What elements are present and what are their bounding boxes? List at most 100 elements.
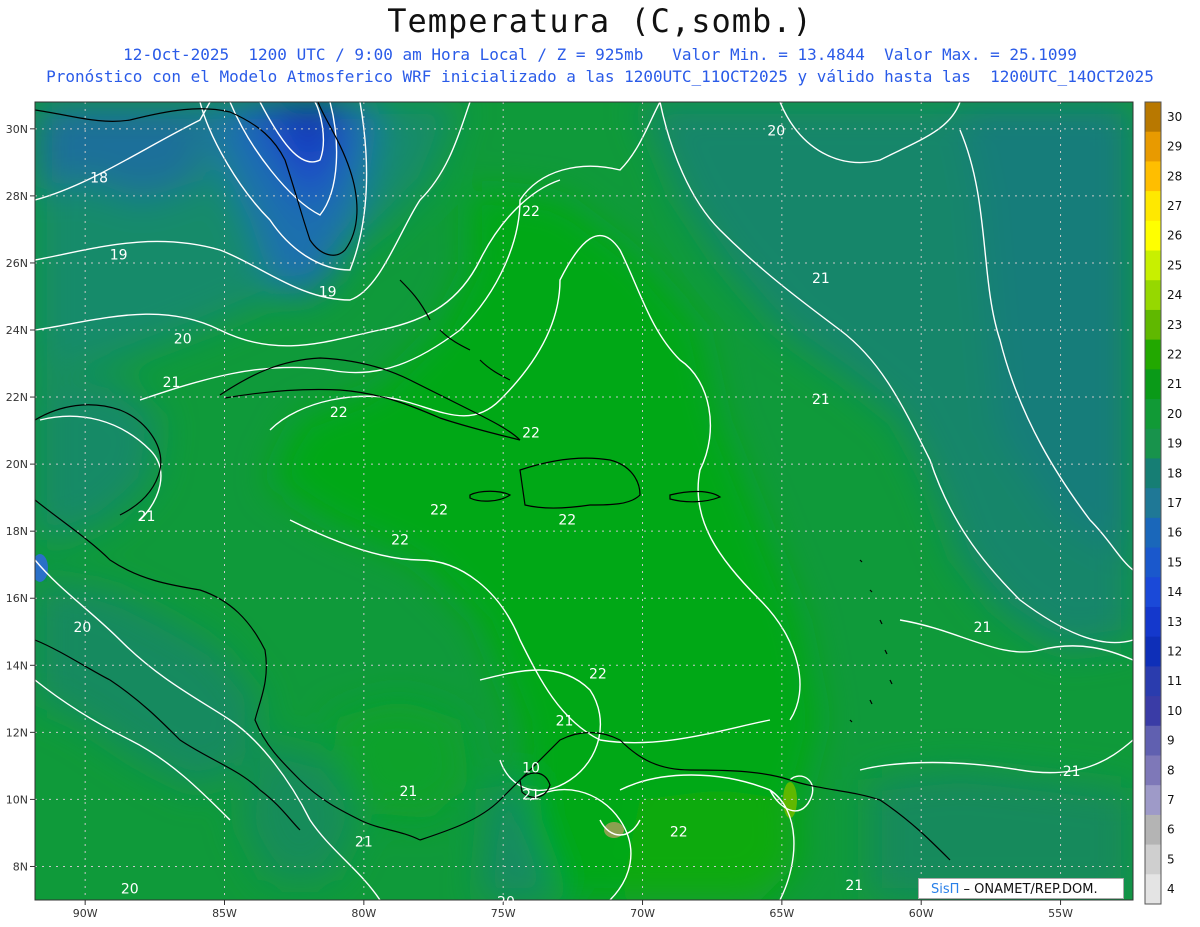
contour-label: 21	[1063, 764, 1081, 780]
contour-label: 22	[522, 425, 540, 441]
contour-label: 22	[558, 512, 576, 528]
colorbar-swatch	[1145, 517, 1161, 549]
colorbar-swatch	[1145, 309, 1161, 341]
colorbar-label: 12	[1167, 645, 1182, 659]
colorbar-label: 20	[1167, 407, 1182, 421]
lon-tick-label: 85W	[212, 907, 237, 920]
lat-tick-label: 24N	[6, 324, 28, 337]
colorbar-swatch	[1145, 191, 1161, 222]
contour-label: 21	[556, 714, 574, 730]
lon-tick-label: 65W	[769, 907, 794, 920]
colorbar-swatch	[1145, 250, 1161, 281]
contour-label: 21	[845, 878, 863, 894]
colorbar-swatch	[1145, 161, 1161, 192]
colorbar-label: 13	[1167, 615, 1182, 629]
colorbar-label: 17	[1167, 496, 1182, 510]
contour-label: 22	[391, 533, 409, 549]
colorbar-label: 7	[1167, 793, 1175, 807]
contour-label: 20	[497, 895, 515, 911]
contour-label: 22	[589, 667, 607, 683]
colorbar-label: 24	[1167, 288, 1182, 302]
colorbar-label: 25	[1167, 258, 1182, 272]
lat-tick-label: 20N	[6, 458, 28, 471]
colorbar-swatch	[1145, 399, 1161, 430]
credit-org: – ONAMET/REP.DOM.	[959, 882, 1098, 897]
lat-tick-label: 12N	[6, 726, 28, 739]
lat-tick-label: 10N	[6, 793, 28, 806]
lat-tick-label: 30N	[6, 123, 28, 136]
lat-tick-label: 28N	[6, 190, 28, 203]
contour-label: 19	[319, 284, 337, 300]
colorbar-label: 14	[1167, 585, 1182, 599]
colorbar-swatch	[1145, 844, 1161, 875]
colorbar-label: 21	[1167, 377, 1182, 391]
colorbar-swatch	[1145, 725, 1161, 756]
lat-tick-label: 26N	[6, 257, 28, 270]
contour-label: 21	[138, 509, 156, 525]
contour-label: 21	[400, 784, 418, 800]
contour-label: 21	[812, 392, 830, 408]
credit-brand: SisΠ	[931, 882, 960, 897]
lat-tick-label: 22N	[6, 391, 28, 404]
colorbar-swatch	[1145, 280, 1161, 311]
colorbar-label: 29	[1167, 140, 1182, 154]
contour-label: 18	[90, 170, 108, 186]
colorbar-label: 19	[1167, 437, 1182, 451]
colorbar-label: 15	[1167, 555, 1182, 569]
colorbar-label: 27	[1167, 199, 1182, 213]
forecast-map: 30N28N26N24N22N20N18N16N14N12N10N8N90W 85…	[6, 101, 1182, 920]
colorbar-swatch	[1145, 369, 1161, 400]
contour-label: 20	[767, 124, 785, 140]
colorbar-label: 9	[1167, 734, 1175, 748]
credit-box: SisΠ – ONAMET/REP.DOM.	[918, 878, 1124, 899]
contour-label: 21	[974, 620, 992, 636]
colorbar-swatch	[1145, 102, 1161, 133]
colorbar-label: 4	[1167, 882, 1175, 896]
lat-tick-label: 8N	[13, 860, 28, 873]
colorbar-swatch	[1145, 428, 1161, 459]
contour-label: 22	[522, 204, 540, 220]
colorbar-swatch	[1145, 547, 1161, 578]
lon-tick-label: 90W	[73, 907, 98, 920]
colorbar-swatch	[1145, 874, 1161, 905]
lat-tick-label: 16N	[6, 592, 28, 605]
colorbar-swatch	[1145, 755, 1161, 786]
contour-label: 10	[522, 761, 540, 777]
colorbar-swatch	[1145, 131, 1161, 162]
colorbar-swatch	[1145, 339, 1161, 370]
colorbar-label: 23	[1167, 318, 1182, 332]
colorbar-swatch	[1145, 220, 1161, 252]
contour-label: 22	[330, 405, 348, 421]
colorbar-swatch	[1145, 577, 1161, 608]
colorbar-swatch	[1145, 814, 1161, 846]
contour-label: 19	[110, 248, 128, 264]
colorbar-label: 28	[1167, 169, 1182, 183]
contour-label: 21	[522, 787, 540, 803]
colorbar-swatch	[1145, 458, 1161, 489]
colorbar-swatch	[1145, 785, 1161, 816]
colorbar-swatch	[1145, 636, 1161, 667]
colorbar-label: 30	[1167, 110, 1182, 124]
contour-label: 20	[121, 881, 139, 897]
lon-tick-label: 80W	[351, 907, 376, 920]
colorbar-swatch	[1145, 696, 1161, 727]
lon-tick-label: 70W	[630, 907, 655, 920]
lon-tick-label: 55W	[1048, 907, 1073, 920]
contour-label: 20	[174, 331, 192, 347]
contour-label: 22	[670, 824, 688, 840]
colorbar-label: 11	[1167, 674, 1182, 688]
contour-label: 21	[163, 375, 181, 391]
colorbar-label: 8	[1167, 763, 1175, 777]
colorbar-label: 22	[1167, 347, 1182, 361]
contour-label: 22	[430, 502, 448, 518]
colorbar-label: 18	[1167, 466, 1182, 480]
colorbar-label: 6	[1167, 823, 1175, 837]
colorbar-label: 16	[1167, 526, 1182, 540]
lat-tick-label: 18N	[6, 525, 28, 538]
lat-tick-label: 14N	[6, 659, 28, 672]
contour-label: 21	[355, 834, 373, 850]
colorbar-swatch	[1145, 606, 1161, 638]
colorbar: 30 29 28 27 26 25 24 23 22 21 20 19 18 17 16 15 14 13 12 11…	[1144, 101, 1182, 905]
contour-label: 21	[812, 271, 830, 287]
colorbar-swatch	[1145, 666, 1161, 697]
